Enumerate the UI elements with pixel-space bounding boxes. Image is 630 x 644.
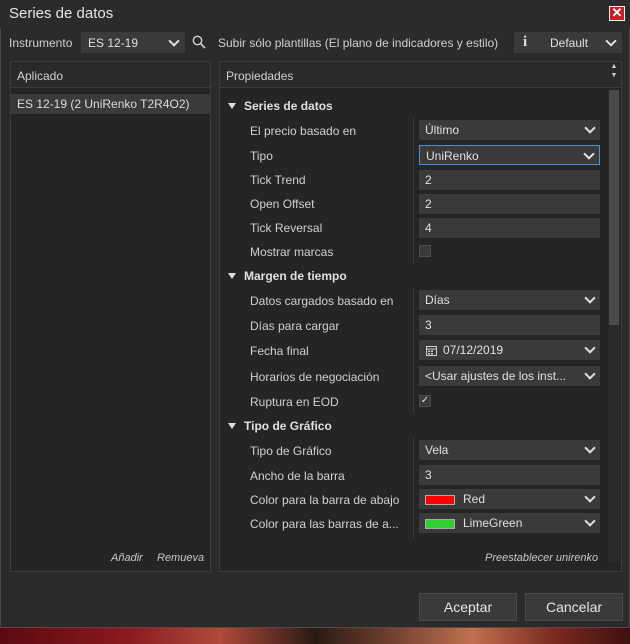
bar-width-input[interactable]: 3 [419,465,600,485]
chevron-down-icon [583,148,595,160]
chevron-down-icon [584,122,596,134]
type-select[interactable]: UniRenko [419,145,600,165]
collapse-triangle-icon[interactable] [228,103,236,109]
collapse-triangle-icon[interactable] [228,423,236,429]
section-chart-style: Tipo de Gráfico [244,419,332,433]
load-based-value: Días [425,293,450,307]
price-based-select[interactable]: Último [419,120,600,140]
applied-series-item[interactable]: ES 12-19 (2 UniRenko T2R4O2) [11,94,210,114]
load-based-select[interactable]: Días [419,290,600,310]
end-date-label: Fecha final [250,344,309,358]
chevron-down-icon [584,515,596,527]
show-ticks-label: Mostrar marcas [250,245,334,259]
applied-header: Aplicado [11,62,210,88]
chevron-down-icon [584,342,596,354]
instrument-label: Instrumento [9,36,73,50]
chevron-down-icon [584,292,596,304]
price-based-label: El precio basado en [250,124,357,138]
color-swatch [425,494,455,505]
scroll-arrows[interactable]: ▲ ▼ [608,62,620,86]
instrument-select[interactable]: ES 12-19 [81,32,185,53]
show-ticks-checkbox[interactable] [419,245,431,257]
upload-templates-label: Subir sólo plantillas (El plano de indic… [218,36,499,50]
type-label: Tipo [250,149,273,163]
load-based-label: Datos cargados basado en [250,294,394,308]
chevron-down-icon [584,442,596,454]
up-bar-color-value: LimeGreen [463,516,523,530]
instrument-value: ES 12-19 [88,36,139,50]
days-to-load-input[interactable]: 3 [419,315,600,335]
add-link[interactable]: Añadir [111,552,143,564]
section-data-series: Series de datos [244,99,333,113]
template-value: Default [550,36,589,50]
open-offset-input[interactable]: 2 [419,194,600,214]
chart-type-value: Vela [425,443,449,457]
section-time-frame: Margen de tiempo [244,269,347,283]
up-bar-color-select[interactable]: LimeGreen [419,513,600,533]
price-based-value: Último [425,123,460,137]
collapse-triangle-icon[interactable] [228,273,236,279]
column-divider [413,438,414,538]
info-icon: i [523,34,528,50]
close-icon: ✕ [611,5,623,20]
dialog-title: Series de datos [9,5,114,22]
column-divider [413,288,414,414]
break-at-eod-checkbox[interactable]: ✓ [419,395,431,407]
close-button[interactable]: ✕ [609,6,625,21]
applied-panel: Aplicado [10,61,211,572]
checkmark-icon: ✓ [420,395,430,406]
background-strip [0,628,630,644]
days-to-load-label: Días para cargar [250,319,340,333]
chevron-down-icon [168,35,180,47]
chevron-down-icon [605,35,617,47]
trading-hours-select[interactable]: <Usar ajustes de los inst... [419,366,600,386]
reset-unirenko-link[interactable]: Preestablecer unirenko [485,552,598,564]
type-value: UniRenko [426,149,479,163]
trading-hours-label: Horarios de negociación [250,370,380,384]
chart-type-select[interactable]: Vela [419,440,600,460]
bar-width-label: Ancho de la barra [250,469,345,483]
trading-hours-value: <Usar ajustes de los inst... [425,369,567,383]
properties-header: Propiedades [220,62,621,88]
down-bar-color-select[interactable]: Red [419,489,600,509]
template-select[interactable]: i Default [514,32,622,53]
down-bar-color-label: Color para la barra de abajo [250,493,400,507]
chevron-down-icon [584,491,596,503]
open-offset-label: Open Offset [250,197,315,211]
down-bar-color-value: Red [463,492,486,506]
tick-trend-label: Tick Trend [250,173,306,187]
calendar-icon [426,346,437,356]
tick-trend-input[interactable]: 2 [419,170,600,190]
end-date-value: 07/12/2019 [443,343,504,357]
cancel-button[interactable]: Cancelar [525,593,623,621]
tick-reversal-input[interactable]: 4 [419,218,600,238]
end-date-picker[interactable]: 07/12/2019 [419,340,600,360]
up-bar-color-label: Color para las barras de a... [250,517,399,531]
search-icon[interactable] [192,35,206,49]
chart-type-label: Tipo de Gráfico [250,444,332,458]
scrollbar-thumb[interactable] [609,90,619,325]
chevron-down-icon [584,368,596,380]
title-bar: Series de datos ✕ [0,0,630,28]
color-swatch [425,518,455,529]
ok-button[interactable]: Aceptar [419,593,517,621]
break-at-eod-label: Ruptura en EOD [250,395,339,409]
remove-link[interactable]: Remueva [157,552,204,564]
column-divider [413,118,414,264]
tick-reversal-label: Tick Reversal [250,221,323,235]
